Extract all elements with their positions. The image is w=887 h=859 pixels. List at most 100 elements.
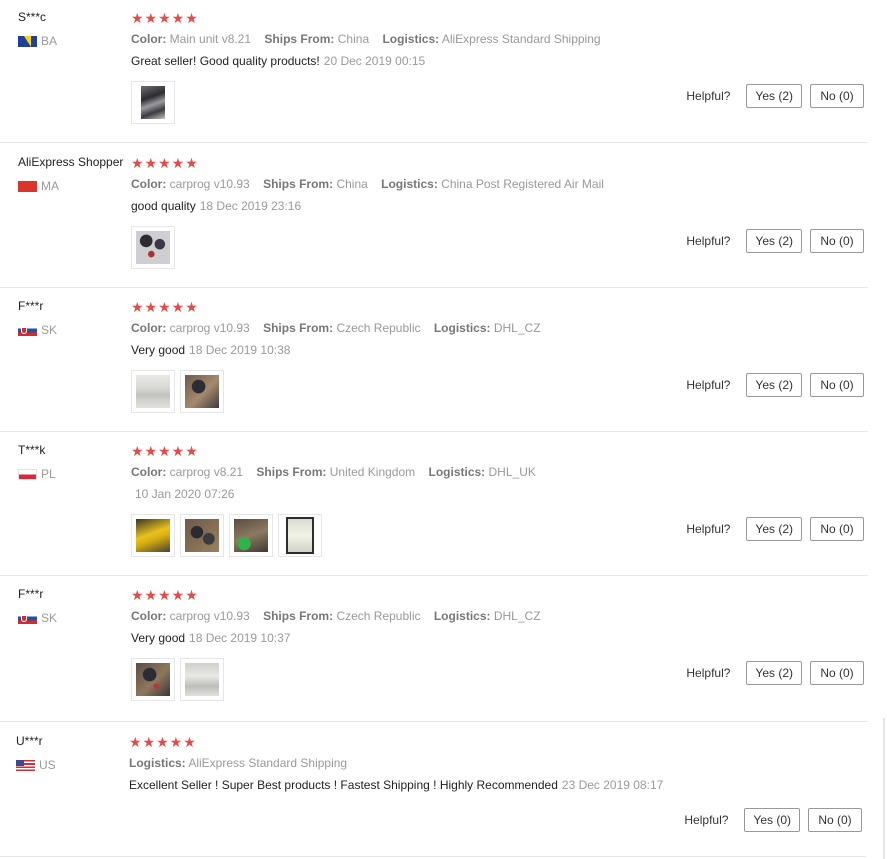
reviewer-name: T***k [18, 443, 46, 457]
review-photo-thumbnail[interactable] [131, 81, 175, 124]
ships-label: Ships From: [256, 465, 327, 479]
review-item: AliExpress Shopper MA ★★★★★ Color: carpr… [0, 145, 868, 288]
star-rating: ★★★★★ [131, 10, 199, 26]
review-item: F***r SK ★★★★★ Color: carprog v10.93 Shi… [0, 577, 868, 722]
ships-label: Ships From: [264, 32, 335, 46]
review-date: 23 Dec 2019 08:17 [561, 778, 664, 792]
logistics-value: DHL_UK [488, 465, 536, 479]
country-code: BA [41, 34, 58, 48]
helpful-no-button[interactable]: No (0) [810, 229, 864, 253]
helpful-vote: Helpful? Yes (2) No (0) [686, 373, 864, 397]
review-photo-thumbnail[interactable] [278, 514, 322, 557]
review-date: 18 Dec 2019 10:38 [189, 343, 291, 357]
reviewer-country: MA [18, 179, 59, 193]
review-meta: Logistics: AliExpress Standard Shipping [129, 756, 347, 770]
color-label: Color: [131, 321, 167, 335]
country-code: SK [41, 323, 58, 337]
helpful-label: Helpful? [686, 522, 731, 536]
logistics-label: Logistics: [433, 609, 491, 623]
review-photo-thumbnail[interactable] [180, 514, 224, 557]
review-photos [131, 370, 229, 413]
review-photo-thumbnail[interactable] [131, 226, 175, 269]
star-rating: ★★★★★ [131, 155, 199, 171]
ships-value: United Kingdom [329, 465, 416, 479]
country-code: MA [41, 179, 59, 193]
country-code: SK [41, 611, 58, 625]
reviewer-info: T***k PL [18, 443, 130, 481]
ships-value: China [337, 32, 370, 46]
country-code: PL [41, 467, 56, 481]
logistics-value: DHL_CZ [493, 321, 541, 335]
helpful-vote: Helpful? Yes (2) No (0) [686, 517, 864, 541]
review-comment: Very good 18 Dec 2019 10:38 [131, 343, 290, 357]
color-value: carprog v8.21 [169, 465, 244, 479]
reviewer-name: S***c [18, 10, 47, 24]
comment-text: good quality [131, 199, 196, 213]
helpful-yes-button[interactable]: Yes (2) [746, 517, 802, 541]
review-date: 18 Dec 2019 10:37 [189, 631, 291, 645]
bosnia-flag-icon [18, 35, 37, 47]
review-meta: Color: carprog v8.21 Ships From: United … [131, 465, 536, 479]
reviewer-info: U***r US [16, 734, 128, 772]
review-meta: Color: Main unit v8.21 Ships From: China… [131, 32, 601, 46]
reviewer-info: AliExpress Shopper MA [18, 155, 130, 193]
helpful-label: Helpful? [686, 666, 731, 680]
color-label: Color: [131, 32, 167, 46]
logistics-label: Logistics: [381, 177, 438, 191]
reviewer-info: S***c BA [18, 10, 130, 48]
review-comment: Great seller! Good quality products! 20 D… [131, 54, 425, 68]
color-label: Color: [131, 177, 167, 191]
review-meta: Color: carprog v10.93 Ships From: China … [131, 177, 604, 191]
review-photo-thumbnail[interactable] [131, 514, 175, 557]
helpful-yes-button[interactable]: Yes (2) [746, 229, 802, 253]
ships-label: Ships From: [263, 321, 334, 335]
helpful-no-button[interactable]: No (0) [810, 517, 864, 541]
review-photos [131, 81, 180, 124]
logistics-value: China Post Registered Air Mail [441, 177, 604, 191]
helpful-yes-button[interactable]: Yes (2) [746, 661, 802, 685]
comment-text: Very good [131, 343, 186, 357]
color-value: carprog v10.93 [169, 609, 250, 623]
helpful-yes-button[interactable]: Yes (2) [746, 84, 802, 108]
ships-label: Ships From: [263, 609, 334, 623]
comment-text: Very good [131, 631, 186, 645]
review-comment: 10 Jan 2020 07:26 [131, 487, 234, 501]
logistics-value: AliExpress Standard Shipping [188, 756, 348, 770]
review-photo-thumbnail[interactable] [229, 514, 273, 557]
helpful-no-button[interactable]: No (0) [810, 661, 864, 685]
logistics-label: Logistics: [433, 321, 491, 335]
review-photo-thumbnail[interactable] [131, 658, 175, 701]
review-meta: Color: carprog v10.93 Ships From: Czech … [131, 321, 541, 335]
logistics-label: Logistics: [382, 32, 440, 46]
helpful-no-button[interactable]: No (0) [810, 84, 864, 108]
review-photo-thumbnail[interactable] [180, 370, 224, 413]
review-item: T***k PL ★★★★★ Color: carprog v8.21 Ship… [0, 433, 868, 576]
helpful-label: Helpful? [686, 378, 731, 392]
reviewer-country: SK [18, 611, 57, 625]
helpful-yes-button[interactable]: Yes (2) [746, 373, 802, 397]
scrollbar-track[interactable] [883, 718, 885, 859]
star-rating: ★★★★★ [131, 299, 199, 315]
star-rating: ★★★★★ [129, 734, 197, 750]
review-photo-thumbnail[interactable] [131, 370, 175, 413]
helpful-yes-button[interactable]: Yes (0) [744, 808, 800, 832]
reviewer-country: BA [18, 34, 57, 48]
helpful-vote: Helpful? Yes (2) No (0) [686, 84, 864, 108]
logistics-value: DHL_CZ [493, 609, 541, 623]
color-value: carprog v10.93 [169, 177, 250, 191]
ships-label: Ships From: [263, 177, 334, 191]
star-rating: ★★★★★ [131, 443, 199, 459]
helpful-label: Helpful? [686, 89, 731, 103]
comment-text: Excellent Seller ! Super Best products !… [129, 778, 558, 792]
review-item: S***c BA ★★★★★ Color: Main unit v8.21 Sh… [0, 0, 868, 143]
reviewer-info: F***r SK [18, 587, 130, 625]
helpful-label: Helpful? [686, 234, 731, 248]
helpful-no-button[interactable]: No (0) [808, 808, 862, 832]
review-photo-thumbnail[interactable] [180, 658, 224, 701]
review-date: 18 Dec 2019 23:16 [199, 199, 302, 213]
helpful-no-button[interactable]: No (0) [810, 373, 864, 397]
review-photos [131, 514, 327, 557]
review-comment: Very good 18 Dec 2019 10:37 [131, 631, 290, 645]
reviewer-name: F***r [18, 587, 44, 601]
helpful-label: Helpful? [684, 813, 729, 827]
